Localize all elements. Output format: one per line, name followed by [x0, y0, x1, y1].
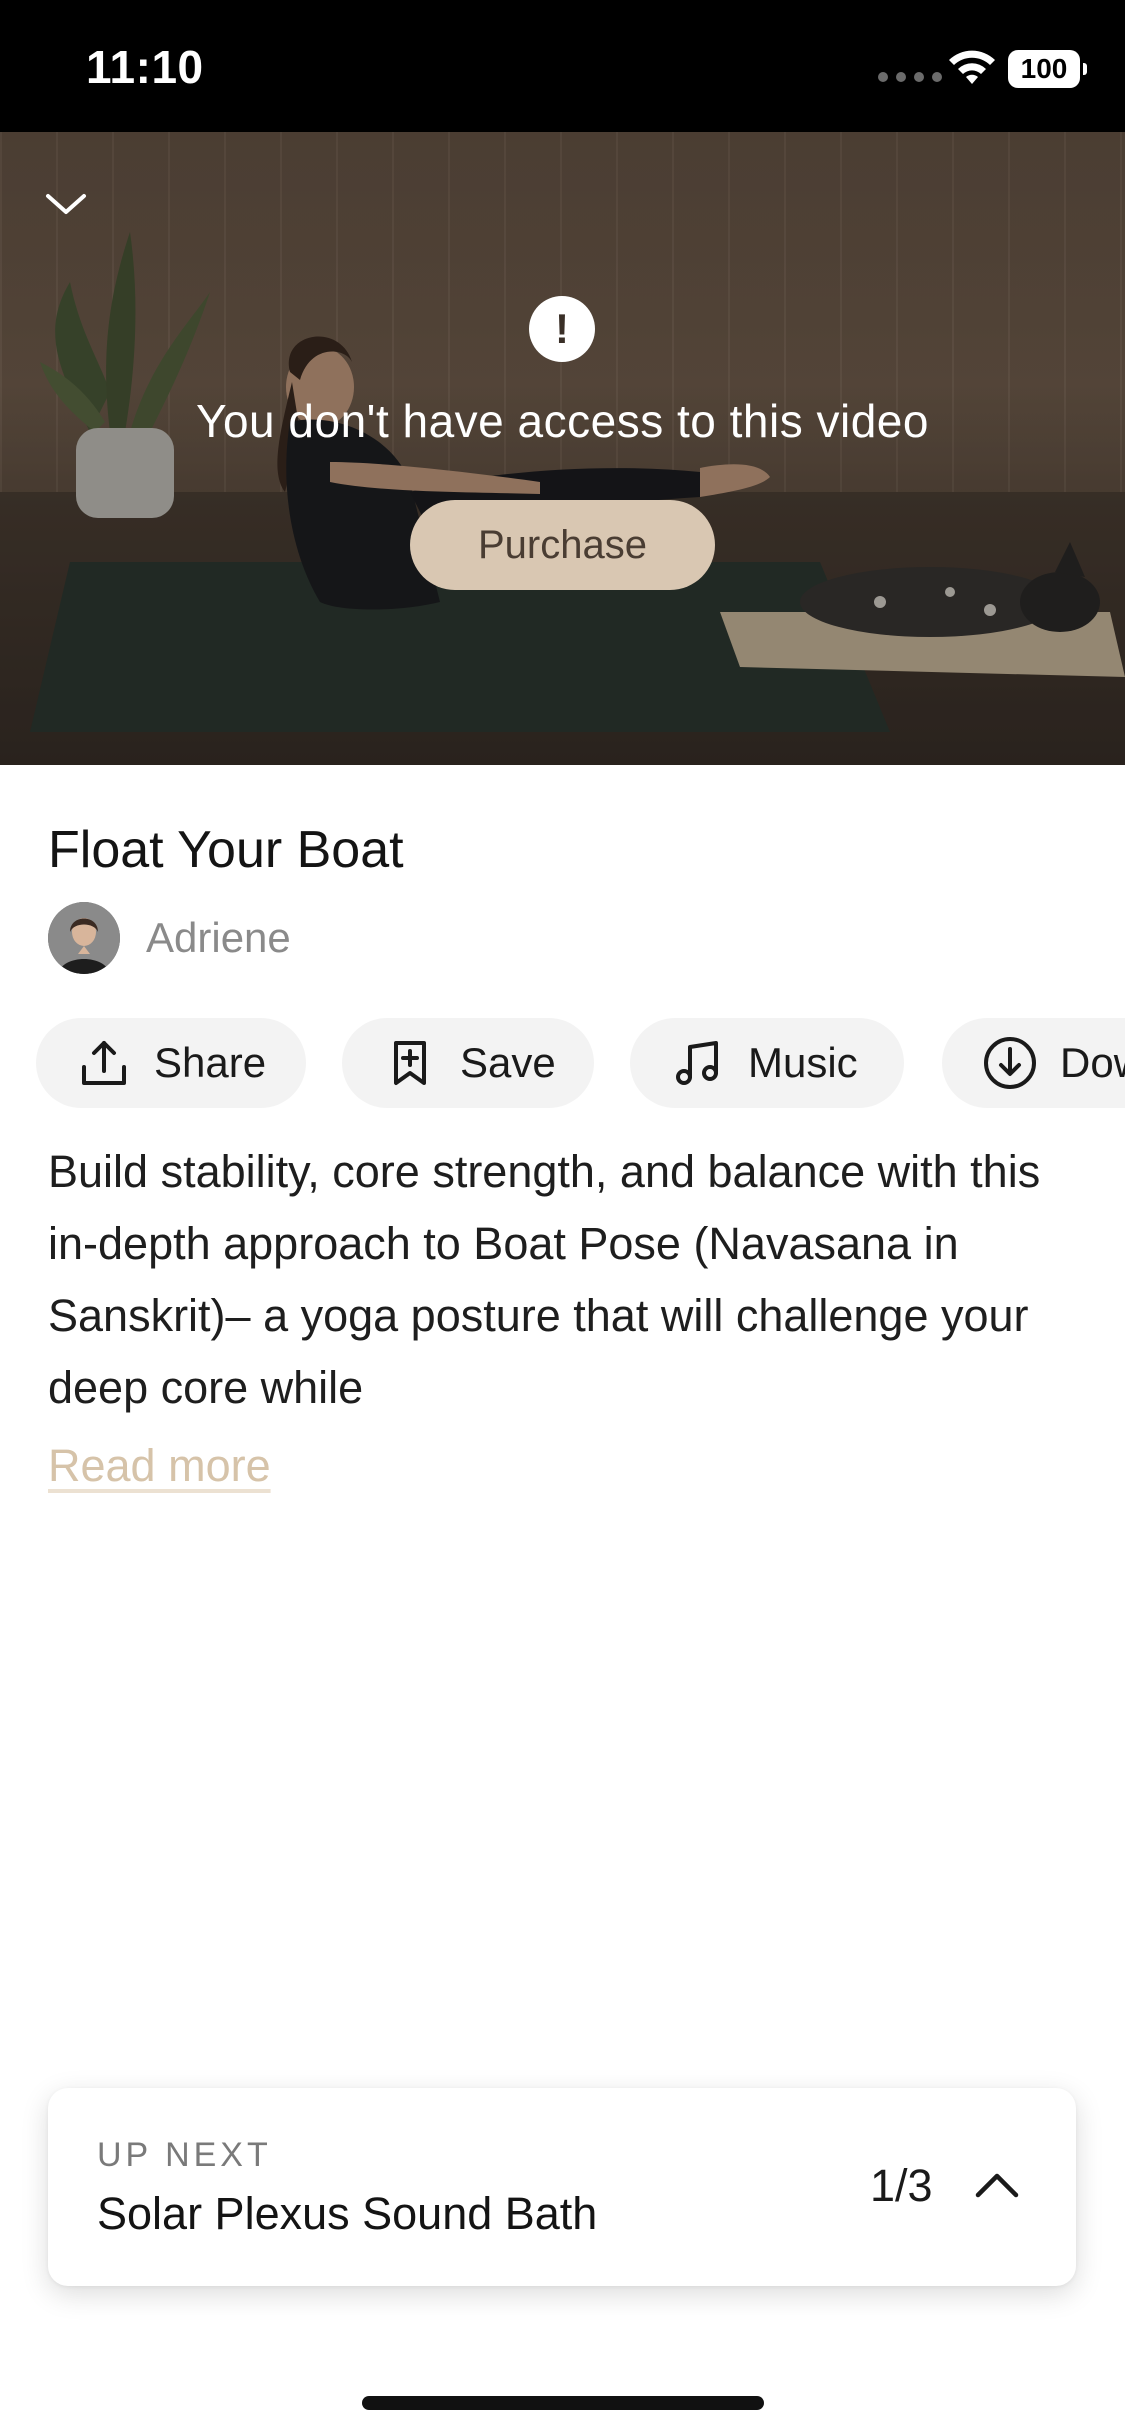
wifi-icon: [949, 50, 995, 84]
chevron-up-icon: [975, 2173, 1019, 2198]
video-title: Float Your Boat: [48, 821, 404, 879]
battery-indicator: 100: [1008, 50, 1087, 88]
purchase-button[interactable]: Purchase: [410, 500, 715, 590]
up-next-card[interactable]: UP NEXT Solar Plexus Sound Bath 1/3: [48, 2088, 1076, 2286]
up-next-label: UP NEXT: [97, 2136, 272, 2174]
access-denied-message: You don't have access to this video: [196, 395, 929, 447]
alert-icon: !: [529, 296, 595, 362]
collapse-button[interactable]: [38, 176, 94, 232]
status-time: 11:10: [86, 41, 204, 93]
video-player[interactable]: ! You don't have access to this video Pu…: [0, 132, 1125, 765]
bookmark-add-icon: [382, 1035, 438, 1091]
read-more-link[interactable]: Read more: [48, 1440, 271, 1492]
music-label: Music: [748, 1039, 858, 1086]
up-next-position: 1/3: [870, 2160, 933, 2211]
share-icon: [76, 1035, 132, 1091]
save-label: Save: [460, 1039, 556, 1086]
download-label: Dow: [1060, 1039, 1125, 1086]
share-label: Share: [154, 1039, 267, 1086]
cellular-signal-icon: [878, 72, 942, 82]
chevron-down-icon: [46, 194, 86, 214]
up-next-title: Solar Plexus Sound Bath: [97, 2188, 598, 2239]
share-button[interactable]: Share: [36, 1018, 306, 1108]
video-description: Build stability, core strength, and bala…: [48, 1146, 1041, 1413]
music-button[interactable]: Music: [630, 1018, 904, 1108]
video-overlay: [0, 132, 1125, 765]
action-buttons-row[interactable]: Share Save Music Do: [36, 1018, 1125, 1108]
avatar: [48, 902, 120, 974]
author-name: Adriene: [146, 914, 291, 961]
author-row[interactable]: Adriene: [48, 902, 291, 974]
download-button[interactable]: Dow: [942, 1018, 1125, 1108]
home-indicator[interactable]: [362, 2396, 764, 2410]
save-button[interactable]: Save: [342, 1018, 594, 1108]
expand-queue-button[interactable]: [966, 2154, 1028, 2216]
status-bar: 11:10 100: [0, 0, 1125, 132]
download-icon: [982, 1035, 1038, 1091]
music-note-icon: [670, 1035, 726, 1091]
